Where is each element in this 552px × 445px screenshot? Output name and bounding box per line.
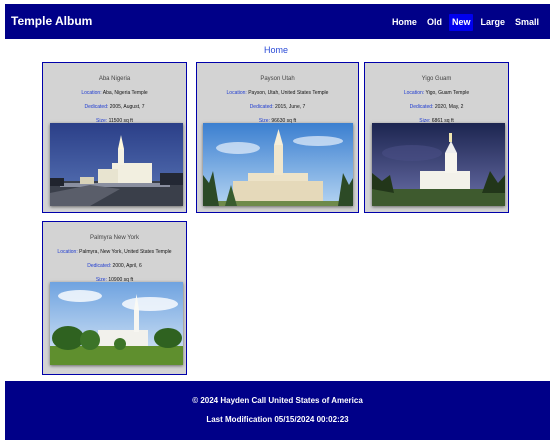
dedicated-label: Dedicated: xyxy=(87,263,112,269)
breadcrumb: Home xyxy=(263,45,288,55)
site-footer: © 2024 Hayden Call United States of Amer… xyxy=(5,381,550,440)
site-header: Temple Album Home Old New Large Small xyxy=(5,4,550,39)
site-title: Temple Album xyxy=(11,14,93,28)
dedicated-value: 2005, August, 7 xyxy=(109,104,145,110)
nav-home[interactable]: Home xyxy=(389,14,420,31)
temple-dedicated: Dedicated: 2020, May, 2 xyxy=(365,104,508,110)
location-value: Palmyra, New York, United States Temple xyxy=(79,249,172,255)
nav-old[interactable]: Old xyxy=(424,14,445,31)
location-value: Yigo, Guam Temple xyxy=(425,90,470,96)
dedicated-label: Dedicated: xyxy=(84,104,109,110)
location-label: Location: xyxy=(57,249,78,255)
last-modified-text: Last Modification 05/15/2024 00:02:23 xyxy=(206,415,349,424)
dedicated-value: 2020, May, 2 xyxy=(434,104,464,110)
temple-card: Palmyra New York Location: Palmyra, New … xyxy=(42,221,187,375)
nav-new[interactable]: New xyxy=(448,13,474,31)
location-label: Location: xyxy=(81,90,102,96)
temple-name: Palmyra New York xyxy=(89,235,140,241)
temple-card: Aba Nigeria Location: Aba, Nigeria Templ… xyxy=(42,62,187,213)
temple-trees-photo xyxy=(50,282,183,365)
temple-location: Location: Payson, Utah, United States Te… xyxy=(197,90,358,96)
location-value: Aba, Nigeria Temple xyxy=(102,90,148,96)
location-value: Payson, Utah, United States Temple xyxy=(248,90,329,96)
temple-card: Yigo Guam Location: Yigo, Guam Temple De… xyxy=(364,62,509,213)
temple-location: Location: Palmyra, New York, United Stat… xyxy=(43,249,186,255)
nav-large[interactable]: Large xyxy=(477,14,508,31)
dedicated-label: Dedicated: xyxy=(249,104,274,110)
copyright-text: © 2024 Hayden Call United States of Amer… xyxy=(192,396,363,405)
temple-name: Aba Nigeria xyxy=(98,76,131,82)
location-label: Location: xyxy=(403,90,425,96)
temple-location: Location: Yigo, Guam Temple xyxy=(365,90,508,96)
temple-dedicated: Dedicated: 2005, August, 7 xyxy=(43,104,186,110)
temple-blue-sky-photo xyxy=(203,123,353,206)
dedicated-value: 2015, June, 7 xyxy=(274,104,306,110)
nav-small[interactable]: Small xyxy=(512,14,542,31)
temple-dedicated: Dedicated: 2015, June, 7 xyxy=(197,104,358,110)
temple-location: Location: Aba, Nigeria Temple xyxy=(43,90,186,96)
main-nav: Home Old New Large Small xyxy=(389,13,542,31)
temple-dusk-photo xyxy=(372,123,505,206)
temple-card: Payson Utah Location: Payson, Utah, Unit… xyxy=(196,62,359,213)
dedicated-label: Dedicated: xyxy=(409,104,434,110)
temple-name: Yigo Guam xyxy=(421,76,452,82)
dedicated-value: 2000, April, 6 xyxy=(112,263,142,269)
location-label: Location: xyxy=(226,90,247,96)
temple-dedicated: Dedicated: 2000, April, 6 xyxy=(43,263,186,269)
temple-name: Payson Utah xyxy=(260,76,295,82)
temple-night-photo xyxy=(50,123,183,206)
